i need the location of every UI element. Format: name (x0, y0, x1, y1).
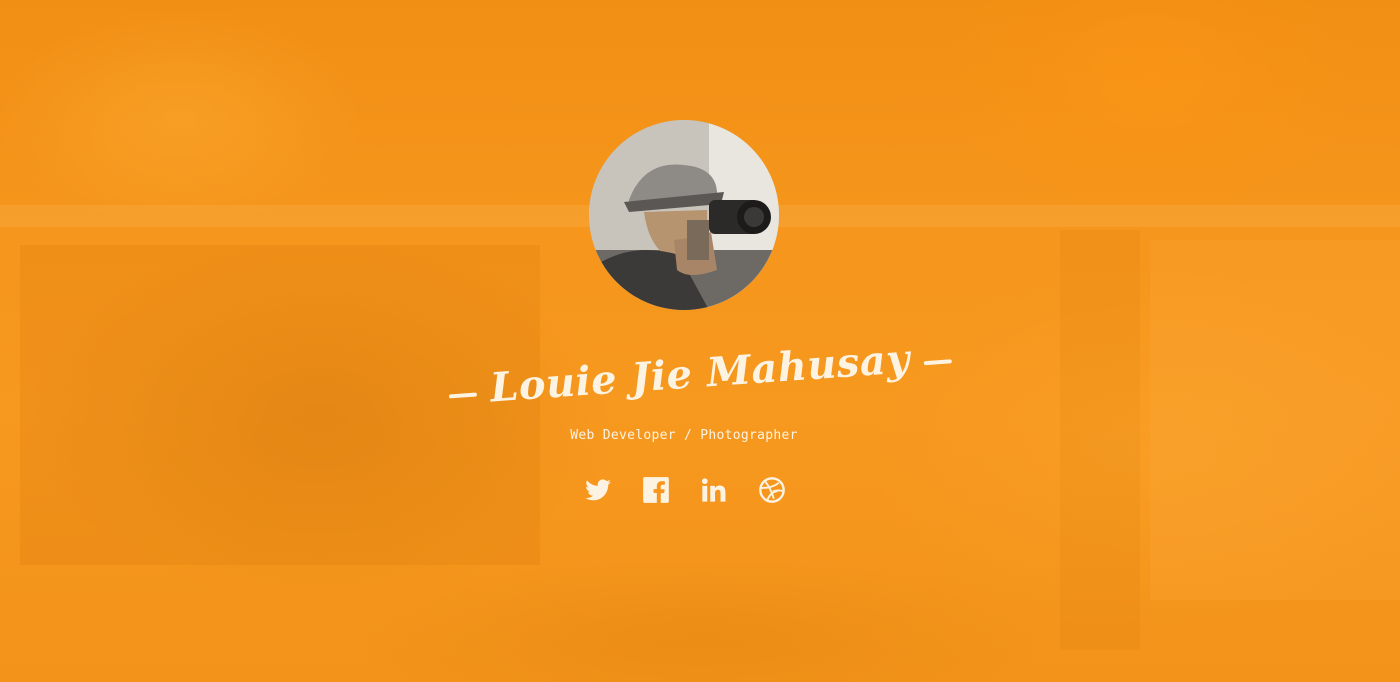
social-links (584, 476, 786, 504)
dribbble-link[interactable] (758, 476, 786, 504)
facebook-link[interactable] (642, 476, 670, 504)
dribbble-icon (759, 477, 785, 503)
left-dash (448, 392, 477, 399)
linkedin-link[interactable] (700, 476, 728, 504)
right-dash (923, 359, 953, 366)
twitter-link[interactable] (584, 476, 612, 504)
linkedin-icon (701, 478, 726, 502)
avatar (589, 120, 779, 310)
profile-role: Web Developer / Photographer (570, 428, 798, 443)
avatar-photo (589, 120, 779, 310)
profile-hero: Louie Jie Mahusay Web Developer / Photog… (0, 0, 1400, 682)
profile-name: Louie Jie Mahusay (488, 334, 912, 411)
facebook-icon (643, 477, 669, 503)
twitter-icon (585, 479, 611, 501)
